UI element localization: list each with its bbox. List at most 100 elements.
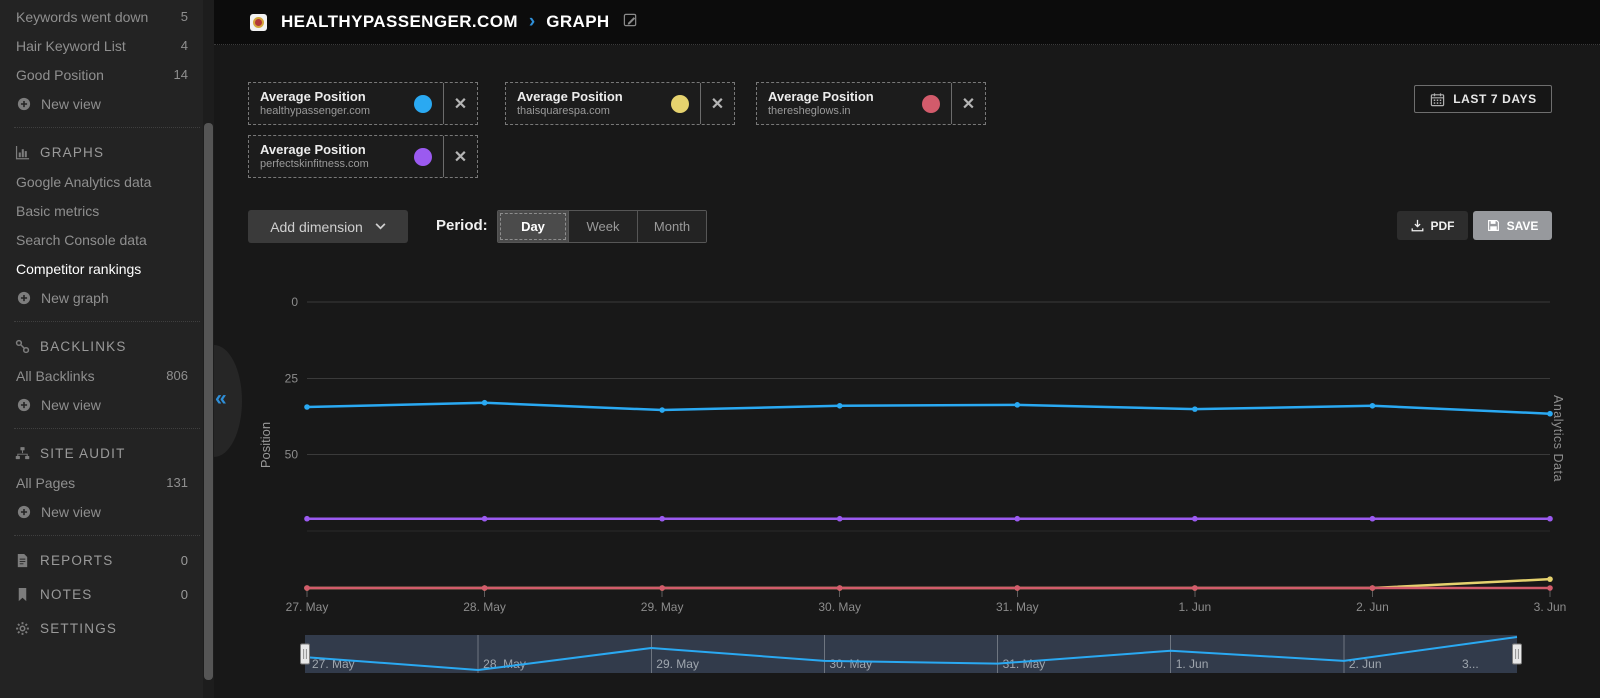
card-subtitle: thaisquarespa.com bbox=[517, 105, 623, 119]
line-chart-svg: 0255027. May28. May29. May30. May31. May… bbox=[250, 285, 1590, 625]
svg-text:3. Jun: 3. Jun bbox=[1534, 600, 1567, 614]
right-axis-label: Analytics Data bbox=[1551, 395, 1565, 482]
sidebar-scrollbar bbox=[203, 0, 214, 698]
card-title: Average Position bbox=[260, 142, 369, 158]
sidebar-item-good-position[interactable]: Good Position 14 bbox=[0, 60, 214, 89]
sidebar-new-view-keywords[interactable]: New view bbox=[0, 89, 214, 118]
period-week-button[interactable]: Week bbox=[568, 211, 637, 242]
period-segmented-control: Day Week Month bbox=[497, 210, 707, 243]
count-badge: 806 bbox=[166, 368, 188, 383]
sidebar-item-reports[interactable]: REPORTS 0 bbox=[0, 545, 214, 575]
svg-text:2. Jun: 2. Jun bbox=[1356, 600, 1389, 614]
app-root: Keywords went down 5 Hair Keyword List 4… bbox=[0, 0, 1600, 698]
remove-dimension-button[interactable]: ✕ bbox=[951, 83, 985, 124]
section-label: SETTINGS bbox=[40, 621, 117, 636]
remove-dimension-button[interactable]: ✕ bbox=[443, 83, 477, 124]
navigator-svg: 27. May28. May29. May30. May31. May1. Ju… bbox=[250, 630, 1590, 698]
topbar: HEALTHYPASSENGER.COM › GRAPH bbox=[214, 0, 1600, 45]
remove-dimension-button[interactable]: ✕ bbox=[700, 83, 734, 124]
sidebar-item-label: Keywords went down bbox=[16, 9, 148, 25]
save-label: SAVE bbox=[1507, 219, 1539, 233]
main-content: Average Position healthypassenger.com ✕ … bbox=[214, 45, 1600, 698]
count-badge: 4 bbox=[181, 38, 188, 53]
sidebar-section-backlinks: BACKLINKS bbox=[0, 331, 214, 361]
date-range-button[interactable]: LAST 7 DAYS bbox=[1414, 85, 1552, 113]
svg-text:30. May: 30. May bbox=[818, 600, 861, 614]
section-label: NOTES bbox=[40, 587, 93, 602]
card-subtitle: perfectskinfitness.com bbox=[260, 158, 369, 172]
sidebar-section-graphs: GRAPHS bbox=[0, 137, 214, 167]
bar-chart-icon bbox=[14, 144, 30, 160]
svg-text:3...: 3... bbox=[1462, 657, 1479, 671]
dimension-card-healthypassenger[interactable]: Average Position healthypassenger.com ✕ bbox=[248, 82, 478, 125]
sidebar-item-hair-keyword-list[interactable]: Hair Keyword List 4 bbox=[0, 31, 214, 60]
sidebar-item-label: New graph bbox=[41, 290, 109, 306]
download-icon bbox=[1411, 219, 1424, 232]
breadcrumb-site[interactable]: HEALTHYPASSENGER.COM bbox=[281, 12, 518, 32]
svg-text:31. May: 31. May bbox=[996, 600, 1039, 614]
add-dimension-label: Add dimension bbox=[270, 219, 363, 235]
sidebar-item-notes[interactable]: NOTES 0 bbox=[0, 579, 214, 609]
sidebar-new-graph[interactable]: New graph bbox=[0, 283, 214, 312]
sidebar-new-view-site-audit[interactable]: New view bbox=[0, 497, 214, 526]
svg-text:28. May: 28. May bbox=[463, 600, 506, 614]
series-color-dot bbox=[414, 148, 432, 166]
sidebar-item-label: Good Position bbox=[16, 67, 104, 83]
svg-text:29. May: 29. May bbox=[641, 600, 684, 614]
period-label: Period: bbox=[436, 217, 488, 234]
sidebar-scrollbar-thumb[interactable] bbox=[204, 123, 213, 680]
divider bbox=[14, 321, 200, 322]
sidebar-item-label: All Pages bbox=[16, 475, 75, 491]
divider bbox=[14, 428, 200, 429]
sidebar-item-label: Search Console data bbox=[16, 232, 147, 248]
sidebar-item-label: New view bbox=[41, 397, 101, 413]
add-dimension-button[interactable]: Add dimension bbox=[248, 210, 408, 243]
remove-dimension-button[interactable]: ✕ bbox=[443, 136, 477, 177]
sidebar-item-basic-metrics[interactable]: Basic metrics bbox=[0, 196, 214, 225]
collapse-sidebar-icon[interactable]: « bbox=[215, 388, 227, 409]
save-button[interactable]: SAVE bbox=[1473, 211, 1552, 240]
series-color-dot bbox=[414, 95, 432, 113]
sidebar: Keywords went down 5 Hair Keyword List 4… bbox=[0, 0, 214, 698]
section-label: GRAPHS bbox=[40, 145, 104, 160]
period-day-button[interactable]: Day bbox=[498, 211, 568, 242]
count-badge: 0 bbox=[181, 553, 188, 568]
svg-text:0: 0 bbox=[291, 295, 298, 309]
dimension-card-perfectskinfitness[interactable]: Average Position perfectskinfitness.com … bbox=[248, 135, 478, 178]
series-color-dot bbox=[922, 95, 940, 113]
breadcrumb-page: GRAPH bbox=[546, 12, 609, 32]
sidebar-item-google-analytics-data[interactable]: Google Analytics data bbox=[0, 167, 214, 196]
svg-text:25: 25 bbox=[285, 371, 299, 385]
site-favicon bbox=[250, 14, 267, 31]
chevron-down-icon bbox=[375, 223, 386, 230]
pdf-label: PDF bbox=[1431, 219, 1455, 233]
sidebar-item-settings[interactable]: SETTINGS bbox=[0, 613, 214, 643]
sidebar-item-all-pages[interactable]: All Pages 131 bbox=[0, 468, 214, 497]
period-month-button[interactable]: Month bbox=[637, 211, 706, 242]
calendar-icon bbox=[1429, 91, 1445, 107]
sidebar-item-label: New view bbox=[41, 504, 101, 520]
count-badge: 131 bbox=[166, 475, 188, 490]
svg-text:1. Jun: 1. Jun bbox=[1179, 600, 1212, 614]
edit-pencil-icon[interactable] bbox=[623, 12, 638, 32]
chevron-right-icon: › bbox=[529, 11, 535, 33]
dimension-card-theresheglows[interactable]: Average Position theresheglows.in ✕ bbox=[756, 82, 986, 125]
link-icon bbox=[14, 338, 30, 354]
save-floppy-icon bbox=[1487, 219, 1500, 232]
sidebar-item-all-backlinks[interactable]: All Backlinks 806 bbox=[0, 361, 214, 390]
count-badge: 14 bbox=[174, 67, 188, 82]
sidebar-new-view-backlinks[interactable]: New view bbox=[0, 390, 214, 419]
date-range-label: LAST 7 DAYS bbox=[1453, 92, 1537, 106]
dimension-card-thaisquarespa[interactable]: Average Position thaisquarespa.com ✕ bbox=[505, 82, 735, 125]
sidebar-item-search-console-data[interactable]: Search Console data bbox=[0, 225, 214, 254]
chart-navigator[interactable]: 27. May28. May29. May30. May31. May1. Ju… bbox=[250, 630, 1590, 698]
sidebar-item-keywords-went-down[interactable]: Keywords went down 5 bbox=[0, 2, 214, 31]
sidebar-item-competitor-rankings[interactable]: Competitor rankings bbox=[0, 254, 214, 283]
card-subtitle: healthypassenger.com bbox=[260, 105, 370, 119]
section-label: BACKLINKS bbox=[40, 339, 127, 354]
sidebar-item-label: New view bbox=[41, 96, 101, 112]
plus-circle-icon bbox=[16, 290, 32, 306]
section-label: REPORTS bbox=[40, 553, 113, 568]
pdf-button[interactable]: PDF bbox=[1397, 211, 1468, 240]
svg-text:27. May: 27. May bbox=[286, 600, 329, 614]
